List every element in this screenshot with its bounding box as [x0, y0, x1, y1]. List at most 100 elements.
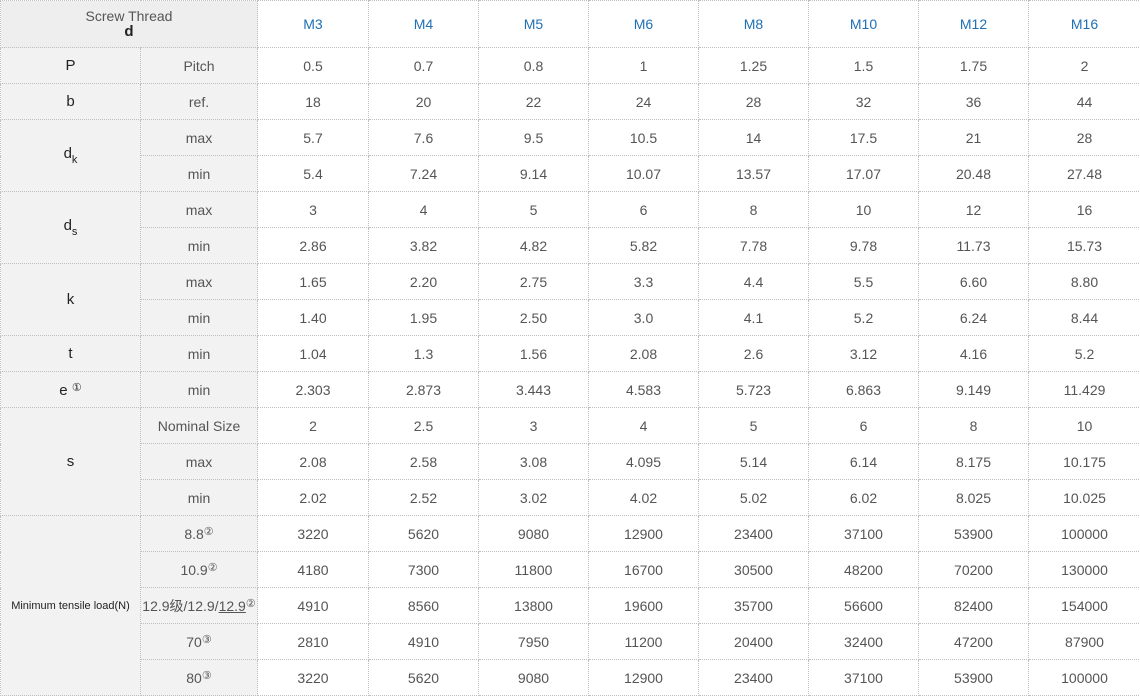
value-cell: 2.75: [478, 263, 589, 300]
footnote-mark: ②: [203, 526, 214, 538]
value-cell: 35700: [698, 587, 809, 624]
value-cell: 10.175: [1028, 443, 1140, 480]
value-cell: 12: [918, 191, 1029, 228]
value-cell: 5620: [368, 515, 479, 552]
sub-label-ref: ref.: [140, 83, 258, 120]
value-cell: 82400: [918, 587, 1029, 624]
row-t: t min 1.04 1.3 1.56 2.08 2.6 3.12 4.16 5…: [0, 335, 1140, 372]
value-cell: 2.08: [588, 335, 699, 372]
row-b: b ref. 18 20 22 24 28 32 36 44: [0, 83, 1140, 120]
row-tensile-70: 70③ 2810 4910 7950 11200 20400 32400 472…: [1, 623, 1140, 660]
value-cell: 36: [918, 83, 1029, 120]
size-header-m10: M10: [808, 0, 919, 48]
grade-text: 12.9级/12.9/: [142, 597, 219, 614]
size-header-m4: M4: [368, 0, 479, 48]
value-cell: 9080: [478, 515, 589, 552]
value-cell: 37100: [808, 515, 919, 552]
value-cell: 2.873: [368, 371, 479, 408]
value-cell: 100000: [1028, 659, 1140, 696]
value-cell: 27.48: [1028, 155, 1140, 192]
value-cell: 5.4: [257, 155, 369, 192]
value-cell: 11.73: [918, 227, 1029, 264]
sub-label-nominal-size: Nominal Size: [140, 407, 258, 444]
value-cell: 28: [1028, 119, 1140, 156]
value-cell: 23400: [698, 515, 809, 552]
size-header-m5: M5: [478, 0, 589, 48]
value-cell: 6.863: [808, 371, 919, 408]
header-d-label: d: [124, 22, 134, 40]
size-header-m12: M12: [918, 0, 1029, 48]
value-cell: 8.025: [918, 479, 1029, 516]
sub-label-max: max: [140, 119, 258, 156]
value-cell: 6.60: [918, 263, 1029, 300]
value-cell: 0.8: [478, 47, 589, 84]
row-tensile-10-9: 10.9② 4180 7300 11800 16700 30500 48200 …: [1, 551, 1140, 588]
grade-label-8-8: 8.8②: [140, 515, 258, 552]
symbol-e-main: e: [59, 381, 68, 399]
value-cell: 7950: [478, 623, 589, 660]
value-cell: 8560: [368, 587, 479, 624]
symbol-ds-subscript: s: [71, 226, 78, 238]
value-cell: 3.02: [478, 479, 589, 516]
row-tensile-80: 80③ 3220 5620 9080 12900 23400 37100 539…: [1, 659, 1140, 696]
value-cell: 8.44: [1028, 299, 1140, 336]
size-header-m6: M6: [588, 0, 699, 48]
value-cell: 1.65: [257, 263, 369, 300]
value-cell: 7300: [368, 551, 479, 588]
symbol-dk-main: d: [63, 145, 72, 162]
value-cell: 6.02: [808, 479, 919, 516]
row-tensile-12-9: 12.9级/12.9/12.9② 4910 8560 13800 19600 3…: [1, 587, 1140, 624]
symbol-dk-subscript: k: [71, 154, 78, 166]
value-cell: 1.25: [698, 47, 809, 84]
value-cell: 22: [478, 83, 589, 120]
size-header-m16: M16: [1028, 0, 1140, 48]
value-cell: 9.5: [478, 119, 589, 156]
value-cell: 53900: [918, 659, 1029, 696]
value-cell: 32400: [808, 623, 919, 660]
sub-label-max: max: [140, 263, 258, 300]
row-e: e ① min 2.303 2.873 3.443 4.583 5.723 6.…: [0, 371, 1140, 408]
value-cell: 48200: [808, 551, 919, 588]
value-cell: 8.175: [918, 443, 1029, 480]
value-cell: 1.5: [808, 47, 919, 84]
value-cell: 15.73: [1028, 227, 1140, 264]
row-s-min: min 2.02 2.52 3.02 4.02 5.02 6.02 8.025 …: [1, 479, 1140, 516]
sub-label-min: min: [140, 155, 258, 192]
value-cell: 11200: [588, 623, 699, 660]
value-cell: 2.50: [478, 299, 589, 336]
value-cell: 7.78: [698, 227, 809, 264]
value-cell: 7.24: [368, 155, 479, 192]
value-cell: 2.86: [257, 227, 369, 264]
row-k-max: k max 1.65 2.20 2.75 3.3 4.4 5.5 6.60 8.…: [0, 263, 1140, 336]
value-cell: 17.5: [808, 119, 919, 156]
symbol-s: s: [0, 407, 141, 516]
value-cell: 3.12: [808, 335, 919, 372]
value-cell: 4.1: [698, 299, 809, 336]
value-cell: 4.095: [588, 443, 699, 480]
value-cell: 18: [257, 83, 369, 120]
value-cell: 2.02: [257, 479, 369, 516]
grade-text: 70: [186, 634, 202, 650]
value-cell: 28: [698, 83, 809, 120]
row-tensile-8-8: Minimum tensile load(N) 8.8② 3220 5620 9…: [0, 515, 1140, 696]
value-cell: 4.16: [918, 335, 1029, 372]
value-cell: 21: [918, 119, 1029, 156]
value-cell: 154000: [1028, 587, 1140, 624]
grade-label-12-9: 12.9级/12.9/12.9②: [140, 587, 258, 624]
value-cell: 3220: [257, 659, 369, 696]
value-cell: 16700: [588, 551, 699, 588]
grade-text: 10.9: [180, 562, 208, 578]
symbol-k: k: [0, 263, 141, 336]
footnote-mark: ②: [245, 597, 256, 610]
value-cell: 9.149: [918, 371, 1029, 408]
value-cell: 11800: [478, 551, 589, 588]
symbol-p: P: [0, 47, 141, 84]
value-cell: 23400: [698, 659, 809, 696]
footnote-mark: ①: [71, 381, 82, 394]
footnote-mark: ③: [201, 634, 212, 646]
sub-label-min: min: [140, 227, 258, 264]
sub-label-min: min: [140, 299, 258, 336]
header-corner-cell: Screw Thread d: [0, 0, 258, 48]
value-cell: 1.75: [918, 47, 1029, 84]
value-cell: 1.95: [368, 299, 479, 336]
